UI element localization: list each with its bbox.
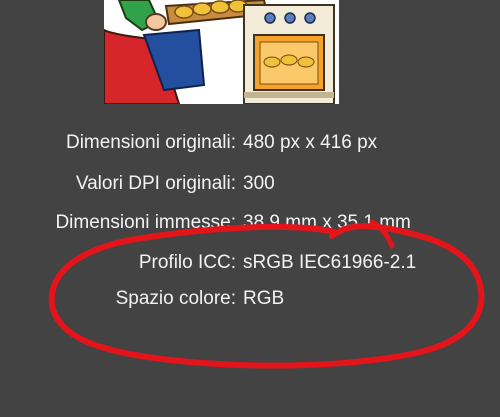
row-original-dimensions: Dimensioni originali: 480 px x 416 px [0, 128, 500, 158]
image-thumbnail [104, 0, 339, 104]
cartoon-baker-oven-icon [104, 0, 339, 104]
value-original-dpi: 300 [243, 173, 275, 194]
row-icc-profile: Profilo ICC: sRGB IEC61966-2.1 [0, 248, 500, 278]
value-color-space: RGB [243, 288, 285, 309]
value-entered-dimensions: 38.9 mm x 35.1 mm [243, 212, 411, 233]
label-original-dpi: Valori DPI originali: [75, 173, 236, 194]
label-original-dimensions: Dimensioni originali: [65, 132, 236, 153]
value-original-dimensions: 480 px x 416 px [243, 132, 378, 153]
label-color-space: Spazio colore: [115, 288, 236, 309]
row-color-space: Spazio colore: RGB [0, 284, 500, 314]
value-icc-profile: sRGB IEC61966-2.1 [243, 252, 417, 273]
label-icc-profile: Profilo ICC: [138, 252, 236, 273]
label-entered-dimensions: Dimensioni immesse: [55, 212, 236, 233]
row-entered-dimensions: Dimensioni immesse: 38.9 mm x 35.1 mm [0, 208, 500, 238]
row-original-dpi: Valori DPI originali: 300 [0, 169, 500, 199]
